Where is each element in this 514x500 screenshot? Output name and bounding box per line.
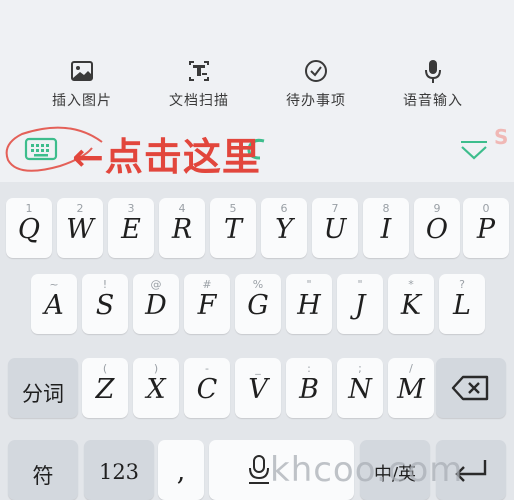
image-icon [71, 61, 93, 81]
backspace-icon [451, 375, 489, 401]
insert-image-button[interactable]: 插入图片 [27, 56, 137, 110]
fenci-key[interactable]: 分词 [8, 358, 78, 418]
key-g[interactable]: % G [235, 274, 281, 334]
key-h[interactable]: " H [286, 274, 332, 334]
watermark: khcoo.com [270, 450, 464, 490]
key-z[interactable]: ( Z [82, 358, 128, 418]
key-b[interactable]: : B [286, 358, 332, 418]
key-i[interactable]: 8 I [363, 198, 409, 258]
key-r[interactable]: 4 R [159, 198, 205, 258]
todo-label: 待办事项 [286, 93, 346, 109]
key-s[interactable]: ! S [82, 274, 128, 334]
corner-logo-icon: S [494, 125, 508, 149]
key-q[interactable]: 1 Q [6, 198, 52, 258]
voice-input-button[interactable]: 语音输入 [378, 56, 488, 110]
callout-text: ←点击这里 [72, 135, 261, 179]
svg-text:S: S [494, 125, 508, 149]
key-m[interactable]: / M [388, 358, 434, 418]
symbol-key[interactable]: 符 [8, 440, 78, 500]
document-scan-icon [189, 61, 209, 81]
key-v[interactable]: _ V [235, 358, 281, 418]
key-l[interactable]: ? L [439, 274, 485, 334]
toolbar: 插入图片 文档扫描 待办事项 语音输入 [0, 0, 514, 120]
key-y[interactable]: 6 Y [261, 198, 307, 258]
todo-button[interactable]: 待办事项 [261, 56, 371, 110]
microphone-icon [249, 455, 269, 484]
document-scan-label: 文档扫描 [169, 93, 229, 109]
key-o[interactable]: 9 O [414, 198, 460, 258]
key-c[interactable]: - C [184, 358, 230, 418]
key-p[interactable]: 0 P [463, 198, 509, 258]
key-u[interactable]: 7 U [312, 198, 358, 258]
key-d[interactable]: @ D [133, 274, 179, 334]
key-f[interactable]: # F [184, 274, 230, 334]
comma-key[interactable]: , [158, 440, 204, 500]
number-key[interactable]: 123 [84, 440, 154, 500]
candidate-bar: ←点击这里 S [0, 120, 514, 182]
key-k[interactable]: * K [388, 274, 434, 334]
key-j[interactable]: " J [337, 274, 383, 334]
check-circle-icon [305, 60, 327, 82]
insert-image-label: 插入图片 [52, 93, 112, 109]
chevron-down-icon[interactable] [458, 138, 490, 162]
key-x[interactable]: ) X [133, 358, 179, 418]
keyboard-icon[interactable] [24, 136, 58, 164]
microphone-icon [425, 60, 441, 83]
backspace-key[interactable] [436, 358, 506, 418]
key-n[interactable]: ; N [337, 358, 383, 418]
key-e[interactable]: 3 E [108, 198, 154, 258]
document-scan-button[interactable]: 文档扫描 [144, 56, 254, 110]
key-t[interactable]: 5 T [210, 198, 256, 258]
voice-input-label: 语音输入 [403, 93, 463, 109]
key-w[interactable]: 2 W [57, 198, 103, 258]
key-a[interactable]: ~ A [31, 274, 77, 334]
